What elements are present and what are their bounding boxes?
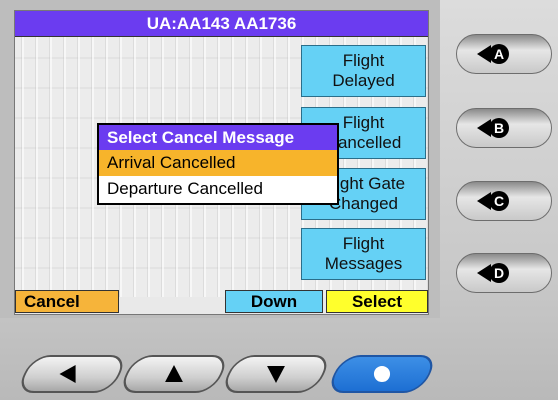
d-letter: D [494, 265, 504, 281]
flight-messages-button[interactable]: Flight Messages [301, 228, 426, 280]
cancel-message-popup: Select Cancel Message Arrival Cancelled … [97, 123, 339, 205]
b-icon: B [477, 118, 509, 138]
a-letter: A [494, 46, 504, 62]
nav-ok-button[interactable] [325, 355, 439, 393]
option-arrival-cancelled[interactable]: Arrival Cancelled [99, 150, 337, 176]
hardware-button-b[interactable]: B [456, 108, 552, 148]
nav-down-button[interactable] [219, 355, 333, 393]
hardware-button-c[interactable]: C [456, 181, 552, 221]
cancel-softkey[interactable]: Cancel [15, 290, 119, 313]
hardware-button-d[interactable]: D [456, 253, 552, 293]
b-letter: B [494, 120, 504, 136]
circle-icon [373, 365, 391, 383]
screen: UA:AA143 AA1736 Flight Delayed Flight Ca… [14, 10, 429, 315]
option-departure-cancelled[interactable]: Departure Cancelled [99, 176, 337, 202]
popup-title: Select Cancel Message [99, 125, 337, 150]
down-arrow-icon [267, 365, 285, 383]
left-arrow-icon [59, 365, 76, 383]
a-icon: A [477, 44, 509, 64]
device-frame: UA:AA143 AA1736 Flight Delayed Flight Ca… [0, 0, 558, 400]
flight-delayed-button[interactable]: Flight Delayed [301, 45, 426, 97]
nav-left-button[interactable] [15, 355, 129, 393]
c-letter: C [494, 193, 504, 209]
flight-delayed-label-1: Flight [342, 51, 385, 70]
select-softkey[interactable]: Select [326, 290, 428, 313]
c-icon: C [477, 191, 509, 211]
flight-delayed-label-2: Delayed [332, 71, 395, 90]
up-arrow-icon [165, 365, 183, 383]
flight-messages-label-1: Flight [342, 234, 385, 253]
d-icon: D [477, 263, 509, 283]
down-softkey[interactable]: Down [225, 290, 323, 313]
flight-messages-label-2: Messages [324, 254, 403, 273]
hardware-button-a[interactable]: A [456, 34, 552, 74]
nav-up-button[interactable] [117, 355, 231, 393]
page-title: UA:AA143 AA1736 [15, 11, 428, 37]
